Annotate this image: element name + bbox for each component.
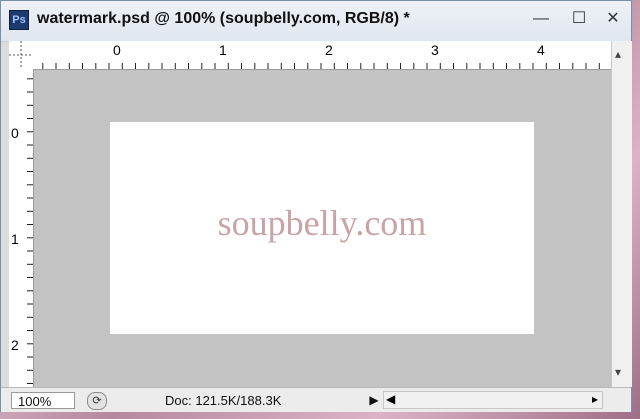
scroll-right-icon[interactable]: ▸ xyxy=(592,392,598,406)
title-bar[interactable]: Ps watermark.psd @ 100% (soupbelly.com, … xyxy=(1,1,631,42)
ruler-top-label-2: 2 xyxy=(325,42,333,58)
document-canvas[interactable]: soupbelly.com xyxy=(110,122,534,334)
minimize-button[interactable]: — xyxy=(529,9,553,29)
scroll-down-icon[interactable]: ▾ xyxy=(615,365,621,379)
status-menu-arrow-icon[interactable]: ▶ xyxy=(367,391,381,409)
doc-size-info: Doc: 121.5K/188.3K xyxy=(165,393,282,408)
ruler-top-label-4: 4 xyxy=(537,42,545,58)
ruler-horizontal[interactable]: 0 1 2 3 4 xyxy=(33,41,611,70)
ruler-left-label-2: 2 xyxy=(11,337,19,353)
close-button[interactable]: ✕ xyxy=(601,9,625,29)
canvas-area[interactable]: soupbelly.com xyxy=(34,70,611,387)
status-bar: 100% ⟳ Doc: 121.5K/188.3K ▶ ◀ ▸ xyxy=(1,387,631,412)
scroll-up-icon[interactable]: ▴ xyxy=(615,47,621,61)
ruler-top-label-1: 1 xyxy=(219,42,227,58)
scroll-left-icon[interactable]: ◀ xyxy=(386,392,395,406)
watermark-text: soupbelly.com xyxy=(217,203,427,243)
ruler-left-label-1: 1 xyxy=(11,231,19,247)
ruler-top-label-0: 0 xyxy=(113,42,121,58)
ruler-top-label-3: 3 xyxy=(431,42,439,58)
maximize-button[interactable]: ☐ xyxy=(567,9,591,29)
ruler-corner[interactable] xyxy=(9,41,34,70)
ruler-vertical[interactable]: 0 1 2 xyxy=(9,69,34,387)
photoshop-icon: Ps xyxy=(9,10,29,30)
zoom-input[interactable]: 100% xyxy=(11,392,75,409)
rotate-view-icon[interactable]: ⟳ xyxy=(87,392,107,410)
ruler-left-label-0: 0 xyxy=(11,125,19,141)
vertical-scrollbar[interactable]: ▴ ▾ xyxy=(611,41,632,387)
window-title: watermark.psd @ 100% (soupbelly.com, RGB… xyxy=(37,10,410,27)
document-window: Ps watermark.psd @ 100% (soupbelly.com, … xyxy=(0,0,632,412)
horizontal-scrollbar[interactable]: ◀ ▸ xyxy=(383,391,603,409)
